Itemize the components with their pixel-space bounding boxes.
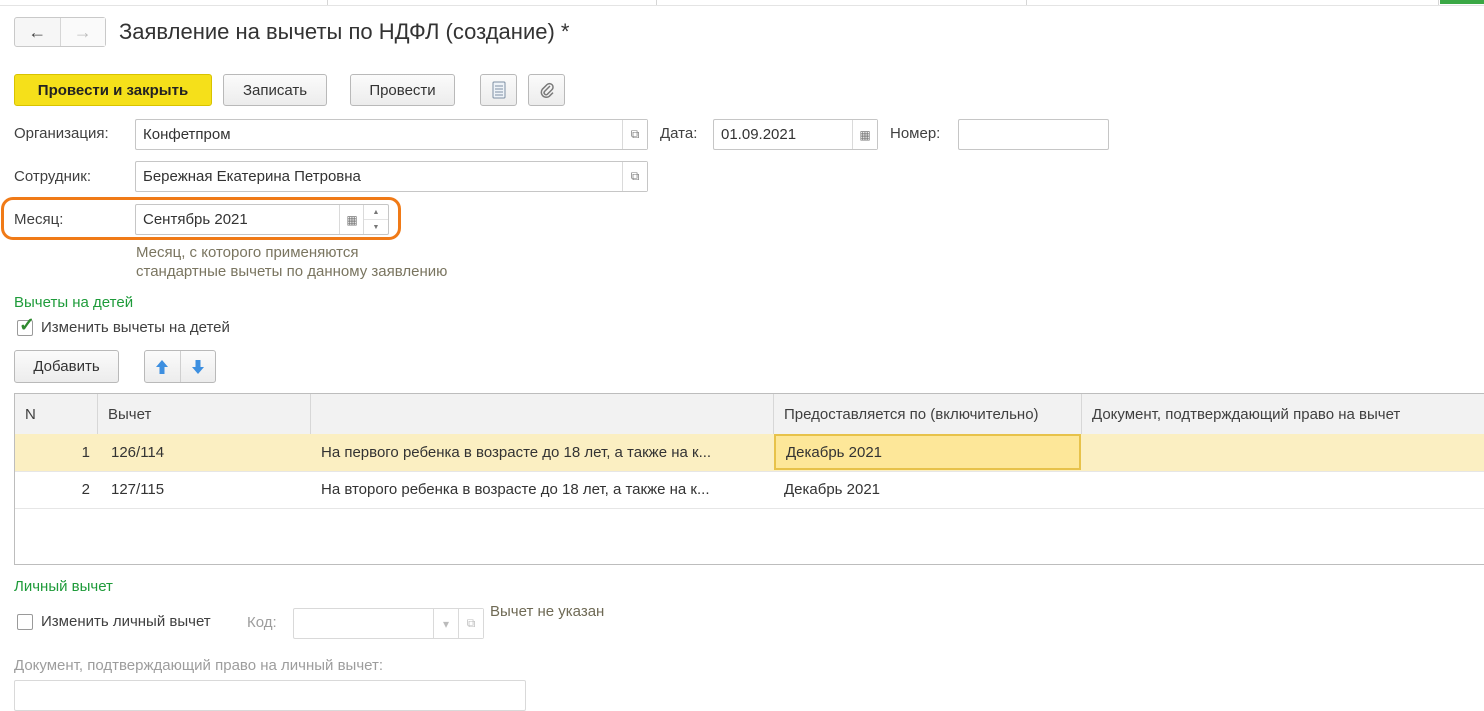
move-up-button[interactable]: [145, 351, 180, 382]
column-header-description[interactable]: [311, 394, 774, 434]
back-button[interactable]: ←: [15, 18, 60, 46]
row-until-cell[interactable]: Декабрь 2021: [774, 471, 1081, 507]
status-indicator: [1440, 0, 1484, 4]
date-field[interactable]: 01.09.2021 ▦: [713, 119, 878, 150]
code-dropdown-button[interactable]: ▾: [433, 609, 458, 638]
arrow-up-icon: [156, 359, 169, 374]
change-personal-checkbox[interactable]: [17, 614, 33, 630]
personal-section-title: Личный вычет: [14, 578, 113, 595]
arrow-down-icon: [191, 359, 204, 374]
row-number: 2: [81, 480, 90, 498]
employee-label: Сотрудник:: [14, 168, 92, 185]
table-row[interactable]: 2 127/115 На второго ребенка в возрасте …: [15, 471, 1484, 509]
save-button[interactable]: Записать: [223, 74, 327, 106]
deduction-status-text: Вычет не указан: [490, 603, 605, 620]
number-field[interactable]: [958, 119, 1109, 150]
row-code: 126/114: [111, 443, 165, 461]
personal-document-label: Документ, подтверждающий право на личный…: [14, 657, 384, 674]
month-highlight-outline: [1, 197, 401, 240]
month-hint-line-1: Месяц, с которого применяются: [136, 244, 359, 261]
paperclip-icon: [540, 82, 554, 99]
window-top-strip: [0, 0, 1484, 6]
code-label: Код:: [247, 614, 277, 631]
row-description: На первого ребенка в возрасте до 18 лет,…: [321, 443, 712, 461]
date-calendar-button[interactable]: ▦: [852, 120, 877, 149]
organization-label: Организация:: [14, 125, 109, 142]
report-button[interactable]: [480, 74, 517, 106]
open-employee-button[interactable]: ⧉: [622, 162, 647, 191]
table-row[interactable]: 1 126/114 На первого ребенка в возрасте …: [15, 434, 1484, 472]
date-label: Дата:: [660, 125, 698, 142]
employee-field[interactable]: Бережная Екатерина Петровна ⧉: [135, 161, 648, 192]
month-hint-line-2: стандартные вычеты по данному заявлению: [136, 263, 448, 280]
move-down-button[interactable]: [179, 351, 216, 382]
change-children-checkbox[interactable]: ✓: [17, 316, 35, 336]
date-value: 01.09.2021: [721, 126, 797, 143]
calendar-icon: ▦: [859, 127, 871, 142]
code-field[interactable]: ▾ ⧉: [293, 608, 484, 639]
move-buttons: [144, 350, 216, 383]
personal-document-field[interactable]: [14, 680, 526, 711]
column-header-until[interactable]: Предоставляется по (включительно): [774, 394, 1082, 434]
column-header-n[interactable]: N: [15, 394, 98, 434]
page-title: Заявление на вычеты по НДФЛ (создание) *: [119, 19, 570, 44]
change-personal-label: Изменить личный вычет: [41, 613, 211, 630]
open-icon: ⧉: [630, 127, 640, 141]
checkmark-icon: ✓: [19, 315, 35, 336]
change-children-label: Изменить вычеты на детей: [41, 319, 230, 336]
open-icon: ⧉: [630, 169, 640, 183]
employee-value: Бережная Екатерина Петровна: [143, 168, 361, 185]
row-number: 1: [81, 443, 90, 461]
forward-button[interactable]: →: [59, 18, 105, 46]
row-description: На второго ребенка в возрасте до 18 лет,…: [321, 480, 710, 498]
organization-field[interactable]: Конфетпром ⧉: [135, 119, 648, 150]
navigation-buttons: ← →: [14, 17, 106, 47]
attach-button[interactable]: [528, 74, 565, 106]
open-code-button[interactable]: ⧉: [458, 609, 483, 638]
organization-value: Конфетпром: [143, 126, 231, 143]
number-label: Номер:: [890, 125, 941, 142]
document-list-icon: [492, 81, 505, 99]
month-hint: Месяц, с которого применяются стандартны…: [136, 243, 447, 281]
open-icon: ⧉: [466, 616, 476, 630]
row-document[interactable]: [1082, 471, 1482, 507]
row-document[interactable]: [1082, 434, 1482, 470]
children-deductions-table: N Вычет Предоставляется по (включительно…: [14, 393, 1484, 565]
row-code: 127/115: [111, 480, 165, 498]
column-header-deduction[interactable]: Вычет: [98, 394, 311, 434]
post-button[interactable]: Провести: [350, 74, 455, 106]
table-header: N Вычет Предоставляется по (включительно…: [15, 394, 1484, 435]
post-and-close-button[interactable]: Провести и закрыть: [14, 74, 212, 106]
open-organization-button[interactable]: ⧉: [622, 120, 647, 149]
chevron-down-icon: ▾: [442, 616, 450, 631]
row-until-cell[interactable]: Декабрь 2021: [774, 434, 1081, 470]
children-section-title: Вычеты на детей: [14, 294, 134, 311]
column-header-document[interactable]: Документ, подтверждающий право на вычет: [1082, 394, 1484, 434]
add-button[interactable]: Добавить: [14, 350, 119, 383]
